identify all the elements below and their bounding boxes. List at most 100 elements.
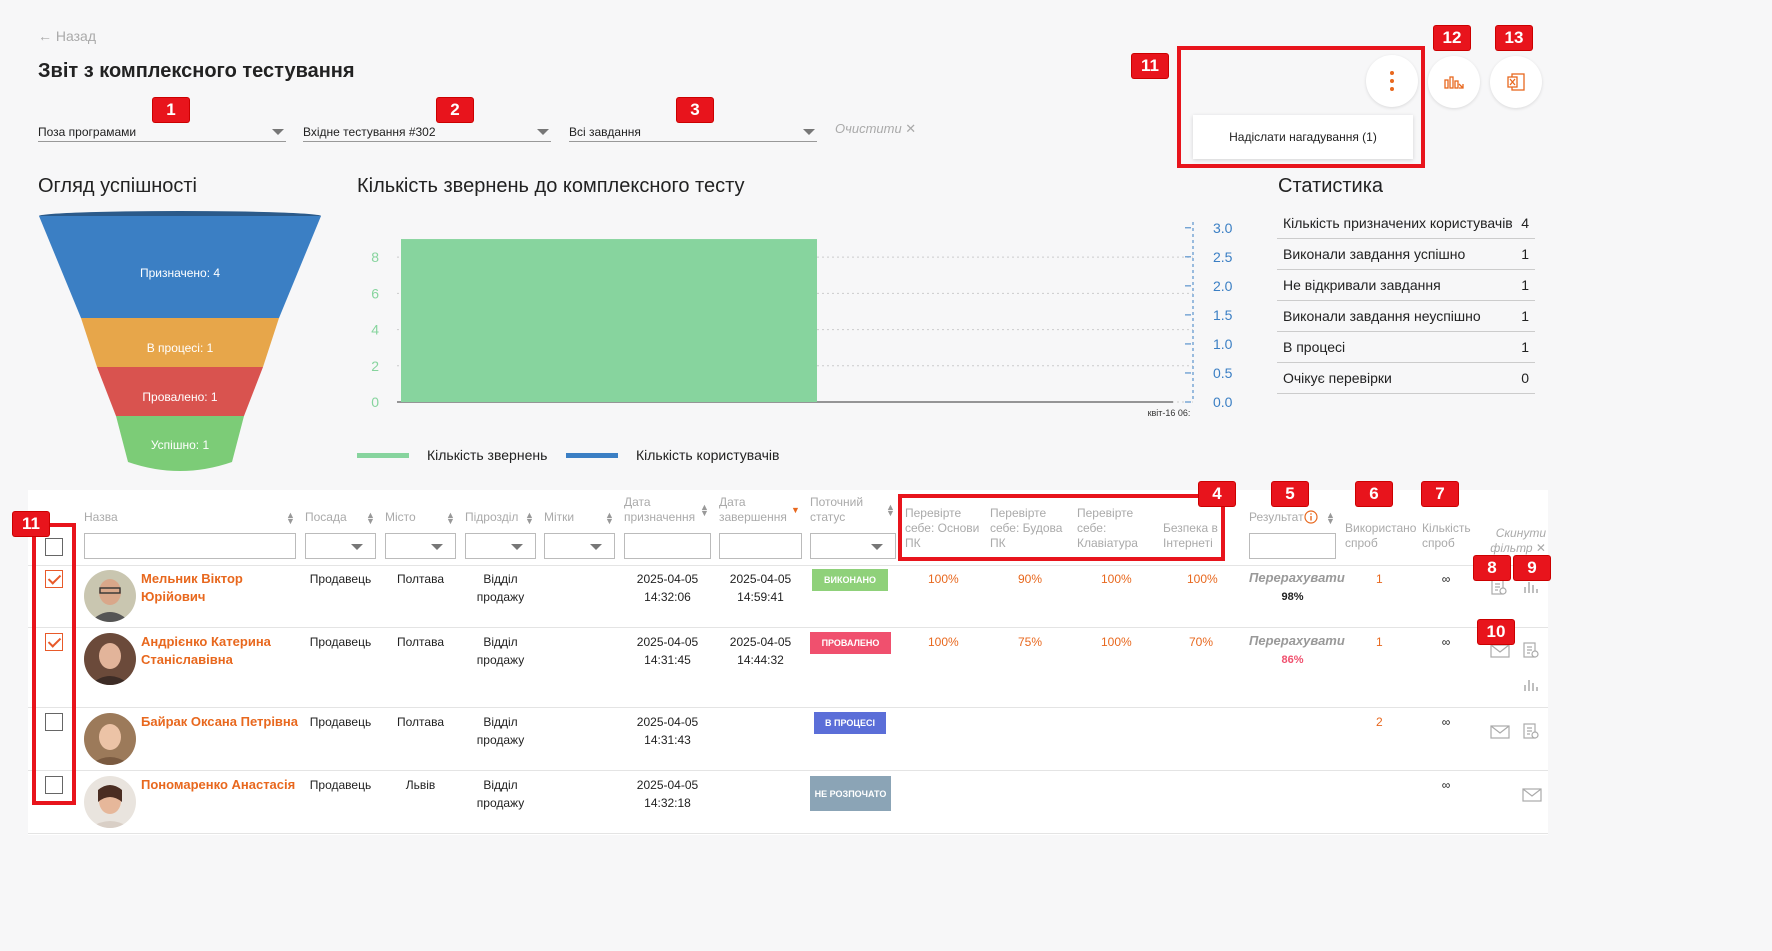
avatar xyxy=(84,633,136,685)
header-result[interactable]: Результат xyxy=(1249,510,1304,525)
results-table: Назва ▲ ▼ Посада ▲ ▼ Місто ▲ ▼ Підрозділ ▲ ▼… xyxy=(28,490,1548,835)
header-assigned-date[interactable]: Дата призначення xyxy=(624,495,695,525)
sort-icon[interactable]: ▲ ▼ xyxy=(605,511,614,526)
stats-row: Кількість призначених користувачів 4 xyxy=(1277,208,1535,239)
header-name[interactable]: Назва xyxy=(84,510,118,525)
bar-chart-icon[interactable] xyxy=(1522,676,1540,694)
department-filter-select[interactable] xyxy=(465,533,536,559)
send-reminder-item[interactable]: Надіслати нагадування (1) xyxy=(1193,115,1413,159)
position-filter-select[interactable] xyxy=(305,533,376,559)
sort-icon[interactable]: ▲ ▼ xyxy=(886,503,895,518)
user-name-link[interactable]: Мельник Віктор Юрійович xyxy=(141,570,301,606)
sort-icon[interactable]: ▲ ▼ xyxy=(286,511,295,526)
position-cell: Продавець xyxy=(309,635,372,649)
recalculate-link[interactable]: Перерахувати xyxy=(1249,633,1345,648)
mail-icon[interactable] xyxy=(1522,787,1542,803)
attempts-used-cell: 1 xyxy=(1376,635,1383,649)
user-name-link[interactable]: Пономаренко Анастасія xyxy=(141,776,301,794)
score-cell: 75% xyxy=(1018,635,1043,649)
recalculate-link[interactable]: Перерахувати xyxy=(1249,570,1345,585)
funnel-label-success: Успішно: 1 xyxy=(151,438,210,452)
header-city[interactable]: Місто xyxy=(385,510,416,525)
header-attempts-total[interactable]: Кількість спроб xyxy=(1422,521,1476,551)
legend-label-appeals: Кількість звернень xyxy=(427,447,548,463)
header-completed-date[interactable]: Дата завершення xyxy=(719,495,789,525)
header-position[interactable]: Посада xyxy=(305,510,347,525)
mail-icon[interactable] xyxy=(1490,643,1510,659)
stats-row: Виконали завдання неуспішно 1 xyxy=(1277,301,1535,332)
department-cell: Відділ продажу xyxy=(476,715,525,747)
sort-icon[interactable]: ▲ ▼ xyxy=(1326,511,1335,526)
stats-value: 1 xyxy=(1521,339,1529,355)
y-right-tick-label: 3.0 xyxy=(1213,220,1233,236)
score-cell: 100% xyxy=(928,635,959,649)
status-badge: В ПРОЦЕСІ xyxy=(814,712,886,734)
annotation-badge: 12 xyxy=(1434,26,1470,50)
annotation-badge: 1 xyxy=(153,98,189,122)
stats-label: Не відкривали завдання xyxy=(1283,277,1441,293)
department-cell: Відділ продажу xyxy=(476,778,525,810)
view-report-icon[interactable] xyxy=(1522,722,1540,740)
clear-filters-button[interactable]: Очистити ✕ xyxy=(835,121,916,137)
more-menu-button[interactable] xyxy=(1366,55,1418,107)
stats-row: В процесі 1 xyxy=(1277,332,1535,363)
sort-icon[interactable]: ▲ ▼ xyxy=(366,511,375,526)
stats-value: 0 xyxy=(1521,370,1529,386)
legend-label-users: Кількість користувачів xyxy=(636,447,780,463)
score-cell: 90% xyxy=(1018,572,1043,586)
page-title: Звіт з комплексного тестування xyxy=(38,60,355,82)
header-department[interactable]: Підрозділ xyxy=(465,510,518,525)
funnel-label-in-progress: В процесі: 1 xyxy=(147,341,214,355)
header-tags[interactable]: Мітки xyxy=(544,510,574,525)
view-report-icon[interactable] xyxy=(1522,641,1540,659)
header-status[interactable]: Поточний статус xyxy=(810,495,870,525)
x-tick-label: квіт-16 06: xyxy=(1148,408,1191,418)
excel-icon xyxy=(1507,73,1525,91)
back-link[interactable]: ← Назад xyxy=(38,28,96,44)
completed-date-filter[interactable] xyxy=(719,533,802,559)
excel-export-button[interactable] xyxy=(1490,56,1542,108)
info-icon[interactable] xyxy=(1304,510,1318,524)
user-name-link[interactable]: Байрак Оксана Петрівна xyxy=(141,713,301,731)
user-name-link[interactable]: Андрієнко Катерина Станіславівна xyxy=(141,633,301,669)
assigned-date-cell: 2025-04-05 14:32:18 xyxy=(636,778,699,810)
funnel-label-failed: Провалено: 1 xyxy=(142,390,218,404)
reset-filter-button[interactable]: Скинути фільтр ✕ xyxy=(1484,526,1546,556)
testing-select[interactable]: Вхідне тестування #302 xyxy=(303,122,551,142)
header-attempts-used[interactable]: Використано спроб xyxy=(1345,521,1417,551)
bar-chart-icon[interactable] xyxy=(1522,578,1540,596)
sort-icon[interactable]: ▲ ▼ xyxy=(525,511,534,526)
y-right-tick-label: 1.0 xyxy=(1213,336,1233,352)
analytics-export-button[interactable] xyxy=(1428,56,1480,108)
position-cell: Продавець xyxy=(309,572,372,586)
program-select[interactable]: Поза програмами xyxy=(38,122,286,142)
stats-table: Кількість призначених користувачів 4 Вико… xyxy=(1277,208,1535,394)
highlight-box-checkboxes xyxy=(32,523,76,805)
sort-desc-icon[interactable]: ▼ xyxy=(791,506,800,515)
result-filter-input[interactable] xyxy=(1249,533,1336,559)
program-select-value: Поза програмами xyxy=(38,125,137,139)
funnel-title: Огляд успішності xyxy=(38,175,198,197)
result-cell: 86% xyxy=(1281,654,1304,666)
name-filter-input[interactable] xyxy=(84,533,296,559)
chevron-down-icon xyxy=(803,129,815,135)
annotation-badge: 8 xyxy=(1474,556,1510,580)
mail-icon[interactable] xyxy=(1490,724,1510,740)
view-report-icon[interactable] xyxy=(1490,578,1508,596)
chevron-down-icon xyxy=(537,129,549,135)
tasks-select[interactable]: Всі завдання xyxy=(569,122,817,142)
sort-icon[interactable]: ▲ ▼ xyxy=(446,511,455,526)
avatar xyxy=(84,570,136,622)
stats-value: 1 xyxy=(1521,277,1529,293)
city-filter-select[interactable] xyxy=(385,533,456,559)
status-badge: НЕ РОЗПОЧАТО xyxy=(810,776,891,811)
status-filter-select[interactable] xyxy=(810,533,896,559)
stats-label: В процесі xyxy=(1283,339,1346,355)
assigned-date-filter[interactable] xyxy=(624,533,711,559)
sort-icon[interactable]: ▲ ▼ xyxy=(700,503,709,518)
tasks-select-value: Всі завдання xyxy=(569,125,641,139)
tags-filter-select[interactable] xyxy=(544,533,615,559)
assigned-date-cell: 2025-04-05 14:31:45 xyxy=(636,635,699,667)
row-divider xyxy=(28,707,1548,708)
annotation-badge: 2 xyxy=(437,98,473,122)
